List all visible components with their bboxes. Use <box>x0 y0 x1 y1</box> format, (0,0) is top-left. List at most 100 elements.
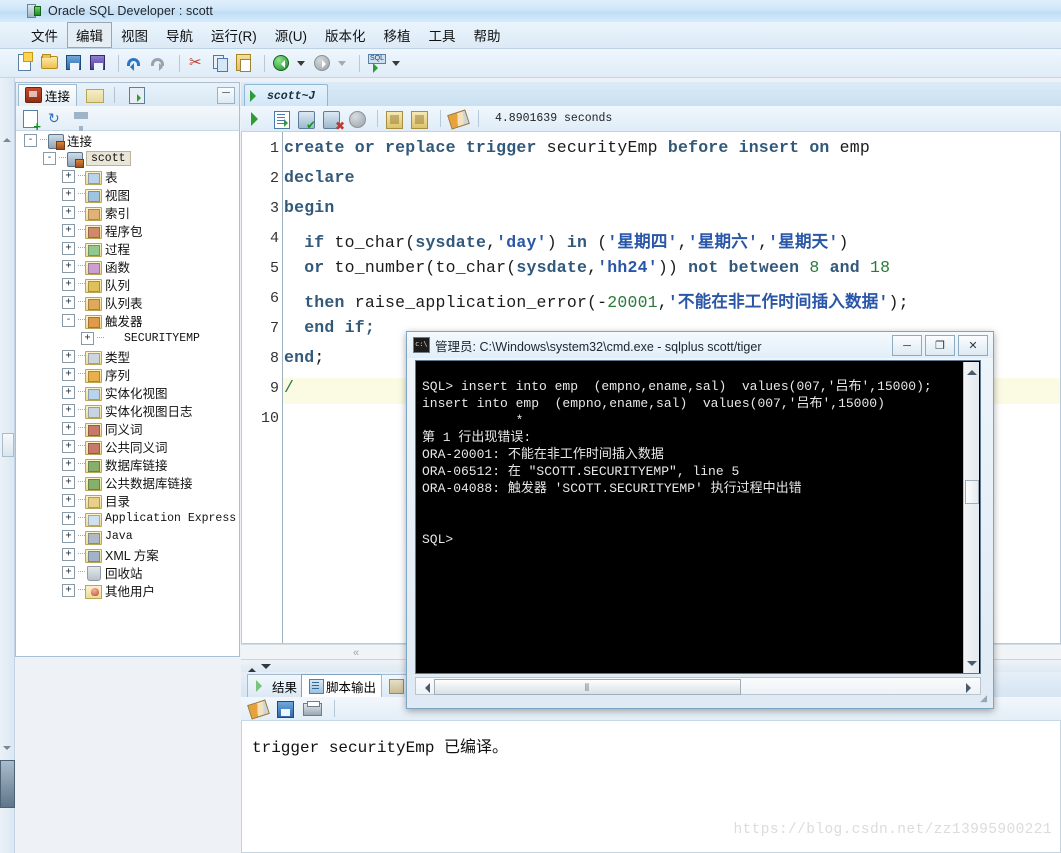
tree-node-23[interactable]: + XML 方案 <box>16 545 239 563</box>
cmd-title-bar[interactable]: 管理员: C:\Windows\system32\cmd.exe - sqlpl… <box>407 332 993 358</box>
menu-item-3[interactable]: 导航 <box>157 22 202 48</box>
tree-expander-plus-icon[interactable]: + <box>62 403 75 417</box>
cmd-scroll-thumb[interactable] <box>965 480 979 504</box>
save-output-icon[interactable] <box>274 699 296 719</box>
cmd-console-output[interactable]: SQL> insert into emp (empno,ename,sal) v… <box>415 360 981 674</box>
cut-icon[interactable]: ✂ <box>186 53 206 73</box>
tree-node-3[interactable]: + 视图 <box>16 185 239 203</box>
menu-item-7[interactable]: 移植 <box>375 22 420 48</box>
dock-scroll-down-icon[interactable] <box>3 746 11 754</box>
menu-item-1[interactable]: 编辑 <box>67 22 112 48</box>
cmd-vertical-scrollbar[interactable] <box>963 362 979 673</box>
script-output-panel[interactable]: trigger securityEmp 已编译。 https://blog.cs… <box>241 721 1061 853</box>
tree-expander-minus-icon[interactable]: - <box>43 151 56 165</box>
run-script-icon[interactable] <box>271 109 293 129</box>
cmd-scroll-right-icon[interactable] <box>966 683 976 693</box>
tree-node-15[interactable]: + 实体化视图日志 <box>16 401 239 419</box>
tree-node-22[interactable]: + Java <box>16 527 239 545</box>
save-all-icon[interactable] <box>88 53 108 73</box>
rollback-icon[interactable]: ✖ <box>321 109 345 132</box>
tree-node-4[interactable]: + 索引 <box>16 203 239 221</box>
worksheet-dropdown-caret[interactable] <box>392 60 400 66</box>
tab-connections[interactable]: 连接 <box>18 83 78 106</box>
save-icon[interactable] <box>64 53 84 73</box>
tree-node-13[interactable]: + 序列 <box>16 365 239 383</box>
clear-icon[interactable] <box>447 108 470 130</box>
cmd-scroll-left-icon[interactable] <box>420 683 430 693</box>
tree-expander-plus-icon[interactable]: + <box>62 349 75 363</box>
menu-item-5[interactable]: 源(U) <box>266 22 316 48</box>
tree-node-1[interactable]: - scott <box>16 149 239 168</box>
tree-expander-plus-icon[interactable]: + <box>62 511 75 525</box>
tree-expander-plus-icon[interactable]: + <box>62 205 75 219</box>
tree-node-12[interactable]: + 类型 <box>16 347 239 365</box>
tree-expander-plus-icon[interactable]: + <box>62 295 75 309</box>
tree-node-0[interactable]: - 连接 <box>16 131 239 150</box>
tree-expander-plus-icon[interactable]: + <box>62 241 75 255</box>
tree-expander-plus-icon[interactable]: + <box>62 169 75 183</box>
tab-worksheet-scott[interactable]: scott~J <box>244 84 329 107</box>
menu-item-6[interactable]: 版本化 <box>316 22 375 48</box>
tree-node-2[interactable]: + 表 <box>16 167 239 185</box>
cmd-window[interactable]: 管理员: C:\Windows\system32\cmd.exe - sqlpl… <box>406 331 994 709</box>
unshared-sql-worksheet-icon[interactable] <box>384 109 406 129</box>
menu-item-9[interactable]: 帮助 <box>465 22 510 48</box>
tree-expander-plus-icon[interactable]: + <box>62 277 75 291</box>
cmd-close-button[interactable]: ✕ <box>958 335 988 356</box>
tree-node-24[interactable]: + 回收站 <box>16 563 239 581</box>
tree-expander-plus-icon[interactable]: + <box>62 367 75 381</box>
tree-expander-plus-icon[interactable]: + <box>62 259 75 273</box>
tree-expander-plus-icon[interactable]: + <box>81 331 94 345</box>
tree-expander-plus-icon[interactable]: + <box>62 385 75 399</box>
cmd-horizontal-scrollbar[interactable]: ⦀ <box>415 677 981 695</box>
tree-node-20[interactable]: + 目录 <box>16 491 239 509</box>
dock-scroll-up-icon[interactable] <box>3 134 11 142</box>
cmd-scroll-down-icon[interactable] <box>967 661 977 671</box>
result-tab-1[interactable]: 脚本输出 <box>301 674 384 697</box>
tree-node-17[interactable]: + 公共同义词 <box>16 437 239 455</box>
back-icon[interactable] <box>271 53 291 73</box>
menu-bar[interactable]: 文件 编辑 视图 导航 运行(R) 源(U) 版本化 移植 工具 帮助 <box>0 22 1061 49</box>
dock-collapsed-panel[interactable] <box>0 760 15 808</box>
tree-expander-plus-icon[interactable]: + <box>62 493 75 507</box>
reports-icon[interactable] <box>127 85 147 105</box>
menu-item-8[interactable]: 工具 <box>420 22 465 48</box>
run-statement-icon[interactable] <box>246 109 268 129</box>
tree-node-21[interactable]: + Application Express <box>16 509 239 527</box>
new-sql-worksheet-icon[interactable] <box>366 53 387 73</box>
tree-expander-plus-icon[interactable]: + <box>62 457 75 471</box>
tree-expander-plus-icon[interactable]: + <box>62 187 75 201</box>
new-file-icon[interactable] <box>16 52 36 73</box>
connections-tree[interactable]: - 连接 - scott + 表 + 视图 + 索引 + 程序包 + 过程 + 函数 + 队列 + 队列表 - 触发器 + S… <box>16 131 239 656</box>
tree-node-8[interactable]: + 队列 <box>16 275 239 293</box>
cmd-hscroll-thumb[interactable]: ⦀ <box>434 679 741 695</box>
menu-item-2[interactable]: 视图 <box>112 22 157 48</box>
tree-node-18[interactable]: + 数据库链接 <box>16 455 239 473</box>
copy-icon[interactable] <box>210 53 230 73</box>
tree-expander-minus-icon[interactable]: - <box>62 313 75 327</box>
tree-node-11[interactable]: + SECURITYEMP <box>16 329 239 347</box>
tree-expander-plus-icon[interactable]: + <box>62 421 75 435</box>
cmd-minimize-button[interactable]: ─ <box>892 335 922 356</box>
tree-node-14[interactable]: + 实体化视图 <box>16 383 239 401</box>
menu-item-0[interactable]: 文件 <box>22 22 67 48</box>
new-connection-icon[interactable] <box>21 108 43 132</box>
refresh-icon[interactable]: ↻ <box>46 108 68 128</box>
undo-icon[interactable] <box>125 53 145 73</box>
menu-item-4[interactable]: 运行(R) <box>202 22 266 48</box>
tree-expander-plus-icon[interactable]: + <box>62 583 75 597</box>
tree-node-7[interactable]: + 函数 <box>16 257 239 275</box>
redo-icon[interactable] <box>149 53 169 73</box>
tree-expander-plus-icon[interactable]: + <box>62 565 75 579</box>
cmd-maximize-button[interactable]: ❐ <box>925 335 955 356</box>
tree-node-25[interactable]: + 其他用户 <box>16 581 239 599</box>
tree-expander-plus-icon[interactable]: + <box>62 439 75 453</box>
tree-node-9[interactable]: + 队列表 <box>16 293 239 311</box>
back-dropdown-caret[interactable] <box>297 60 305 66</box>
commit-icon[interactable]: ✔ <box>296 109 318 131</box>
tree-expander-plus-icon[interactable]: + <box>62 529 75 543</box>
tree-expander-minus-icon[interactable]: - <box>24 133 37 147</box>
tree-expander-plus-icon[interactable]: + <box>62 223 75 237</box>
tree-expander-plus-icon[interactable]: + <box>62 547 75 561</box>
forward-icon[interactable] <box>312 53 332 73</box>
